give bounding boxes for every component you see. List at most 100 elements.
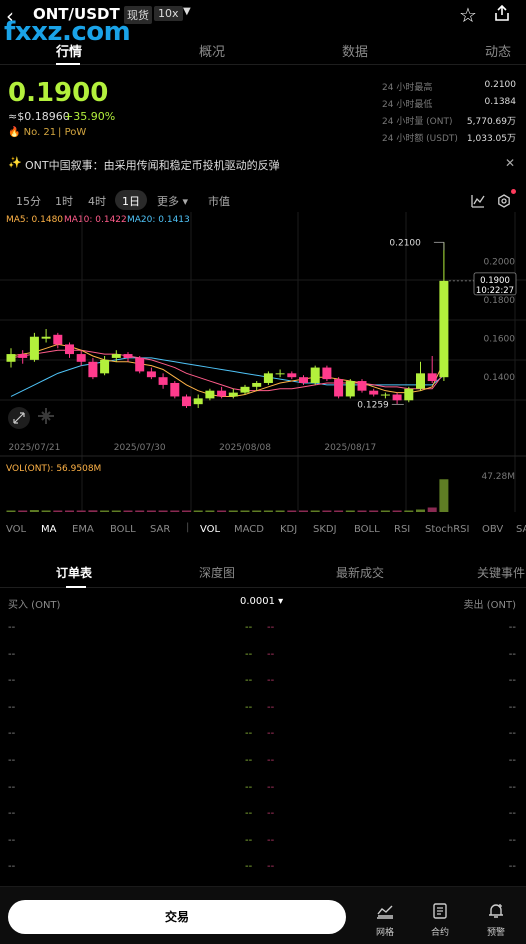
tab-trades[interactable]: 最新成交 <box>336 564 384 581</box>
volume-bar <box>392 510 402 512</box>
alert-button[interactable]: 预警 <box>478 903 514 938</box>
tab-data[interactable]: 数据 <box>342 41 368 60</box>
ind-macd[interactable]: MACD <box>234 524 264 535</box>
indicator-icon[interactable] <box>471 193 485 212</box>
volume-bar <box>18 510 28 512</box>
stat-value-high: 0.2100 <box>484 80 517 90</box>
candle-body <box>123 354 133 358</box>
ind-sar-sub[interactable]: SAR <box>516 524 526 535</box>
ind-skdj[interactable]: SKDJ <box>313 524 337 535</box>
kline-chart[interactable]: 0.2000 0.1800 0.1600 0.1400 2025/07/21 2025/0… <box>0 212 526 512</box>
ind-stochrsi[interactable]: StochRSI <box>425 524 469 535</box>
orderbook-row[interactable]: -- -- -- -- <box>0 728 526 754</box>
interval-1h[interactable]: 1时 <box>55 193 73 209</box>
ind-sar-main[interactable]: SAR <box>150 524 170 535</box>
orderbook-row[interactable]: -- -- -- -- <box>0 808 526 834</box>
volume-bar <box>404 510 414 512</box>
orderbook-row[interactable]: -- -- -- -- <box>0 702 526 728</box>
caret-down-icon[interactable]: ▼ <box>183 6 191 17</box>
orderbook-row[interactable]: -- -- -- -- <box>0 755 526 781</box>
volume-bar <box>146 510 156 512</box>
interval-1d[interactable]: 1日 <box>122 193 140 209</box>
volume-bar <box>427 507 437 512</box>
ind-boll-main[interactable]: BOLL <box>110 524 136 535</box>
candle-body <box>217 390 227 397</box>
orderbook-tabs: 订单表 深度图 最新成交 关键事件 <box>0 562 526 588</box>
candle-body <box>310 367 320 383</box>
ask-price: -- <box>267 622 275 633</box>
ask-amount: -- <box>508 622 516 633</box>
favorite-star-icon[interactable]: ☆ <box>459 3 477 27</box>
orderbook-row[interactable]: -- -- -- -- <box>0 649 526 675</box>
tab-overview[interactable]: 概况 <box>199 41 225 60</box>
ma20-line <box>10 357 445 397</box>
stat-label-volume: 24 小时量 (ONT) <box>382 117 453 127</box>
tab-depth[interactable]: 深度图 <box>199 564 235 581</box>
interval-4h[interactable]: 4时 <box>88 193 106 209</box>
bid-amount: -- <box>8 728 16 740</box>
settings-icon[interactable] <box>497 193 511 212</box>
volume-bar <box>123 510 133 512</box>
alert-label: 预警 <box>486 928 505 938</box>
share-icon[interactable] <box>493 4 511 26</box>
interval-more[interactable]: 更多 ▾ <box>157 193 188 209</box>
ask-price: -- <box>267 648 275 660</box>
news-banner[interactable]: ONT中国叙事：由采用传闻和稳定币投机驱动的反弹 <box>25 157 280 173</box>
candle-body <box>41 336 51 339</box>
orderbook-row[interactable]: -- -- -- -- <box>0 782 526 808</box>
bid-price: -- <box>245 808 253 820</box>
bid-price: -- <box>245 675 253 687</box>
volume-bar <box>439 479 449 512</box>
stat-label-turnover: 24 小时额 (USDT) <box>382 134 458 144</box>
candle-body <box>6 354 16 362</box>
volume-bar <box>357 510 367 512</box>
ask-amount: -- <box>508 648 516 660</box>
ind-rsi[interactable]: RSI <box>394 524 410 535</box>
orderbook-row[interactable]: -- -- -- -- <box>0 675 526 701</box>
ind-vol-sub[interactable]: VOL <box>200 524 220 535</box>
volume-bar <box>240 510 250 512</box>
bid-amount: -- <box>8 781 16 793</box>
candle-body <box>193 398 203 405</box>
orderbook-row[interactable]: -- -- -- -- <box>0 622 526 648</box>
y-tick-label: 0.1800 <box>484 296 516 306</box>
ind-obv[interactable]: OBV <box>482 524 503 535</box>
candle-body <box>416 373 425 389</box>
candle-body <box>18 354 28 358</box>
ind-vol-main[interactable]: VOL <box>6 524 26 535</box>
bid-amount: -- <box>8 648 16 660</box>
tab-events[interactable]: 关键事件 <box>477 564 525 581</box>
trade-button[interactable]: 交易 <box>8 900 346 934</box>
tab-orderbook[interactable]: 订单表 <box>56 564 92 581</box>
stat-label-low: 24 小时最低 <box>382 100 433 110</box>
candle-body <box>88 361 98 378</box>
volume-bar <box>182 510 191 512</box>
volume-bar <box>6 510 16 512</box>
x-tick-label: 2025/07/30 <box>114 443 166 453</box>
ind-ema[interactable]: EMA <box>72 524 94 535</box>
interval-market-cap[interactable]: 市值 <box>208 193 230 209</box>
stat-value-volume: 5,770.69万 <box>466 117 516 127</box>
candle-body <box>182 396 191 407</box>
ask-amount: -- <box>508 781 516 793</box>
volume-bar <box>100 510 110 512</box>
precision-select[interactable]: 0.0001 ▾ <box>240 596 283 607</box>
candle-body <box>146 371 156 378</box>
grid-button[interactable]: 网格 <box>367 903 403 938</box>
ind-divider: | <box>186 522 190 533</box>
consensus-text: PoW <box>64 127 87 138</box>
orderbook-row[interactable]: -- -- -- -- <box>0 835 526 861</box>
y-tick-label: 0.1400 <box>484 373 516 383</box>
ind-ma[interactable]: MA <box>41 524 56 535</box>
tab-market[interactable]: 行情 <box>56 41 82 60</box>
volume-bar <box>53 510 63 512</box>
orderbook-row[interactable]: -- -- -- -- <box>0 861 526 887</box>
interval-15m[interactable]: 15分 <box>16 193 41 209</box>
ind-boll-sub[interactable]: BOLL <box>354 524 380 535</box>
bid-price: -- <box>245 728 253 740</box>
ind-kdj[interactable]: KDJ <box>280 524 297 535</box>
buy-column-header: 买入 (ONT) <box>8 600 61 611</box>
tab-news[interactable]: 动态 <box>485 41 511 60</box>
close-icon[interactable]: ✕ <box>505 156 515 170</box>
contract-button[interactable]: 合约 <box>422 903 458 938</box>
